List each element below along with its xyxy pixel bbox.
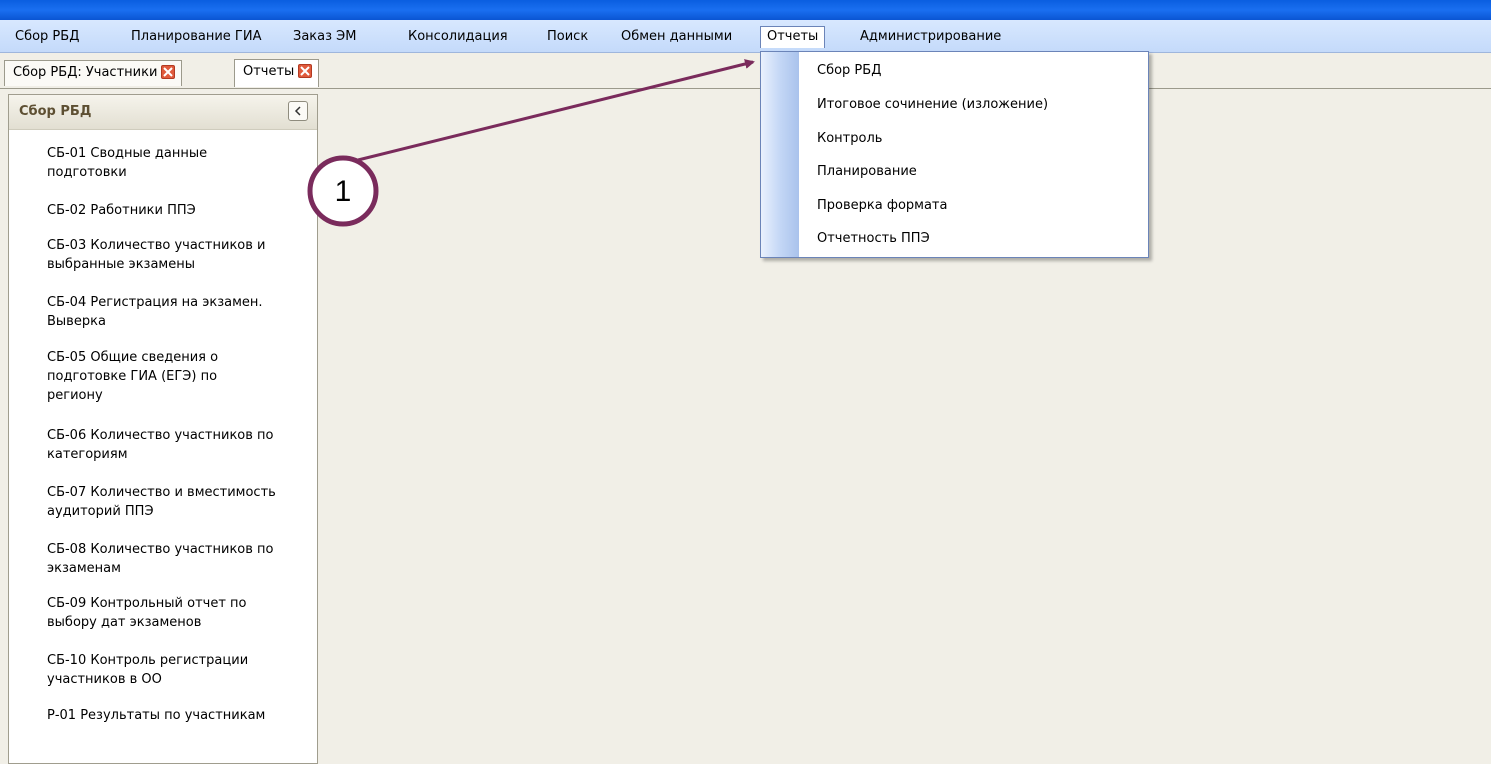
report-item-text: подготовки [47,165,127,180]
report-item-sb05[interactable]: СБ-05 Общие сведения о подготовке ГИА (Е… [47,348,312,405]
report-item-sb10[interactable]: СБ-10 Контроль регистрации участников в … [47,651,312,689]
report-item-text: выбору дат экзаменов [47,615,202,630]
menu-icon-strip [761,52,799,257]
report-item-text: СБ-01 Сводные данные [47,146,208,161]
report-item-text: СБ-10 Контроль регистрации [47,653,249,668]
reports-dropdown-menu: Сбор РБД Итоговое сочинение (изложение) … [760,51,1149,258]
menu-reports[interactable]: Отчеты [760,26,826,48]
report-item-text: СБ-04 Регистрация на экзамен. [47,295,263,310]
panel-header: Сбор РБД [9,95,317,130]
report-item-text: СБ-03 Количество участников и [47,238,266,253]
report-item-text: выбранные экзамены [47,257,195,272]
report-item-sb01[interactable]: СБ-01 Сводные данные подготовки [47,144,312,182]
tab-reports[interactable]: Отчеты [234,59,320,87]
report-item-text: экзаменам [47,561,121,576]
report-item-text: подготовке ГИА (ЕГЭ) по [47,369,218,384]
menu-data-exchange[interactable]: Обмен данными [615,26,738,48]
menu-administration[interactable]: Администрирование [854,26,1007,48]
report-item-text: региону [47,388,103,403]
menu-search[interactable]: Поиск [541,26,594,48]
menu-order-em[interactable]: Заказ ЭМ [287,26,362,48]
report-item-sb04[interactable]: СБ-04 Регистрация на экзамен. Выверка [47,293,312,331]
report-item-sb06[interactable]: СБ-06 Количество участников по категория… [47,426,312,464]
tab-label: Отчеты [243,64,295,79]
main-menubar: Сбор РБД Планирование ГИА Заказ ЭМ Консо… [0,20,1491,53]
report-item-sb09[interactable]: СБ-09 Контрольный отчет по выбору дат эк… [47,594,312,632]
tab-label: Сбор РБД: Участники [13,65,158,80]
menu-consolidation[interactable]: Консолидация [402,26,514,48]
dropdown-item-sbor-rbd[interactable]: Сбор РБД [817,61,881,81]
reports-side-panel: Сбор РБД СБ-01 Сводные данные подготовки… [8,94,318,764]
report-item-text: СБ-08 Количество участников по [47,542,274,557]
report-item-text: СБ-07 Количество и вместимость [47,485,276,500]
dropdown-item-ppe-reporting[interactable]: Отчетность ППЭ [817,229,930,249]
chevron-left-icon[interactable] [288,101,308,121]
menu-planning-gia[interactable]: Планирование ГИА [125,26,267,48]
report-item-sb07[interactable]: СБ-07 Количество и вместимость аудиторий… [47,483,312,521]
dropdown-item-control[interactable]: Контроль [817,129,882,149]
report-item-text: категориям [47,447,128,462]
report-item-sb02[interactable]: СБ-02 Работники ППЭ [47,201,312,220]
report-item-text: Выверка [47,314,106,329]
report-item-text: СБ-09 Контрольный отчет по [47,596,247,611]
report-item-text: участников в ОО [47,672,162,687]
report-item-text: СБ-06 Количество участников по [47,428,274,443]
panel-title: Сбор РБД [19,104,92,119]
report-item-sb08[interactable]: СБ-08 Количество участников по экзаменам [47,540,312,578]
tab-sbor-rbd-participants[interactable]: Сбор РБД: Участники [4,60,183,86]
report-item-text: СБ-05 Общие сведения о [47,350,219,365]
close-icon[interactable] [161,64,176,79]
menu-sbor-rbd[interactable]: Сбор РБД [9,26,85,48]
report-item-sb03[interactable]: СБ-03 Количество участников и выбранные … [47,236,312,274]
dropdown-item-final-essay[interactable]: Итоговое сочинение (изложение) [817,95,1048,115]
dropdown-item-planning[interactable]: Планирование [817,162,917,182]
report-item-r01[interactable]: Р-01 Результаты по участникам [47,706,312,725]
window-title-bar [0,0,1491,20]
report-item-text: СБ-02 Работники ППЭ [47,203,196,218]
report-item-text: аудиторий ППЭ [47,504,154,519]
close-icon[interactable] [298,63,313,78]
annotation-number: 1 [334,175,352,208]
report-item-text: Р-01 Результаты по участникам [47,708,266,723]
dropdown-item-format-check[interactable]: Проверка формата [817,196,947,216]
tab-strip: Сбор РБД: Участники Отчеты [0,52,1491,89]
